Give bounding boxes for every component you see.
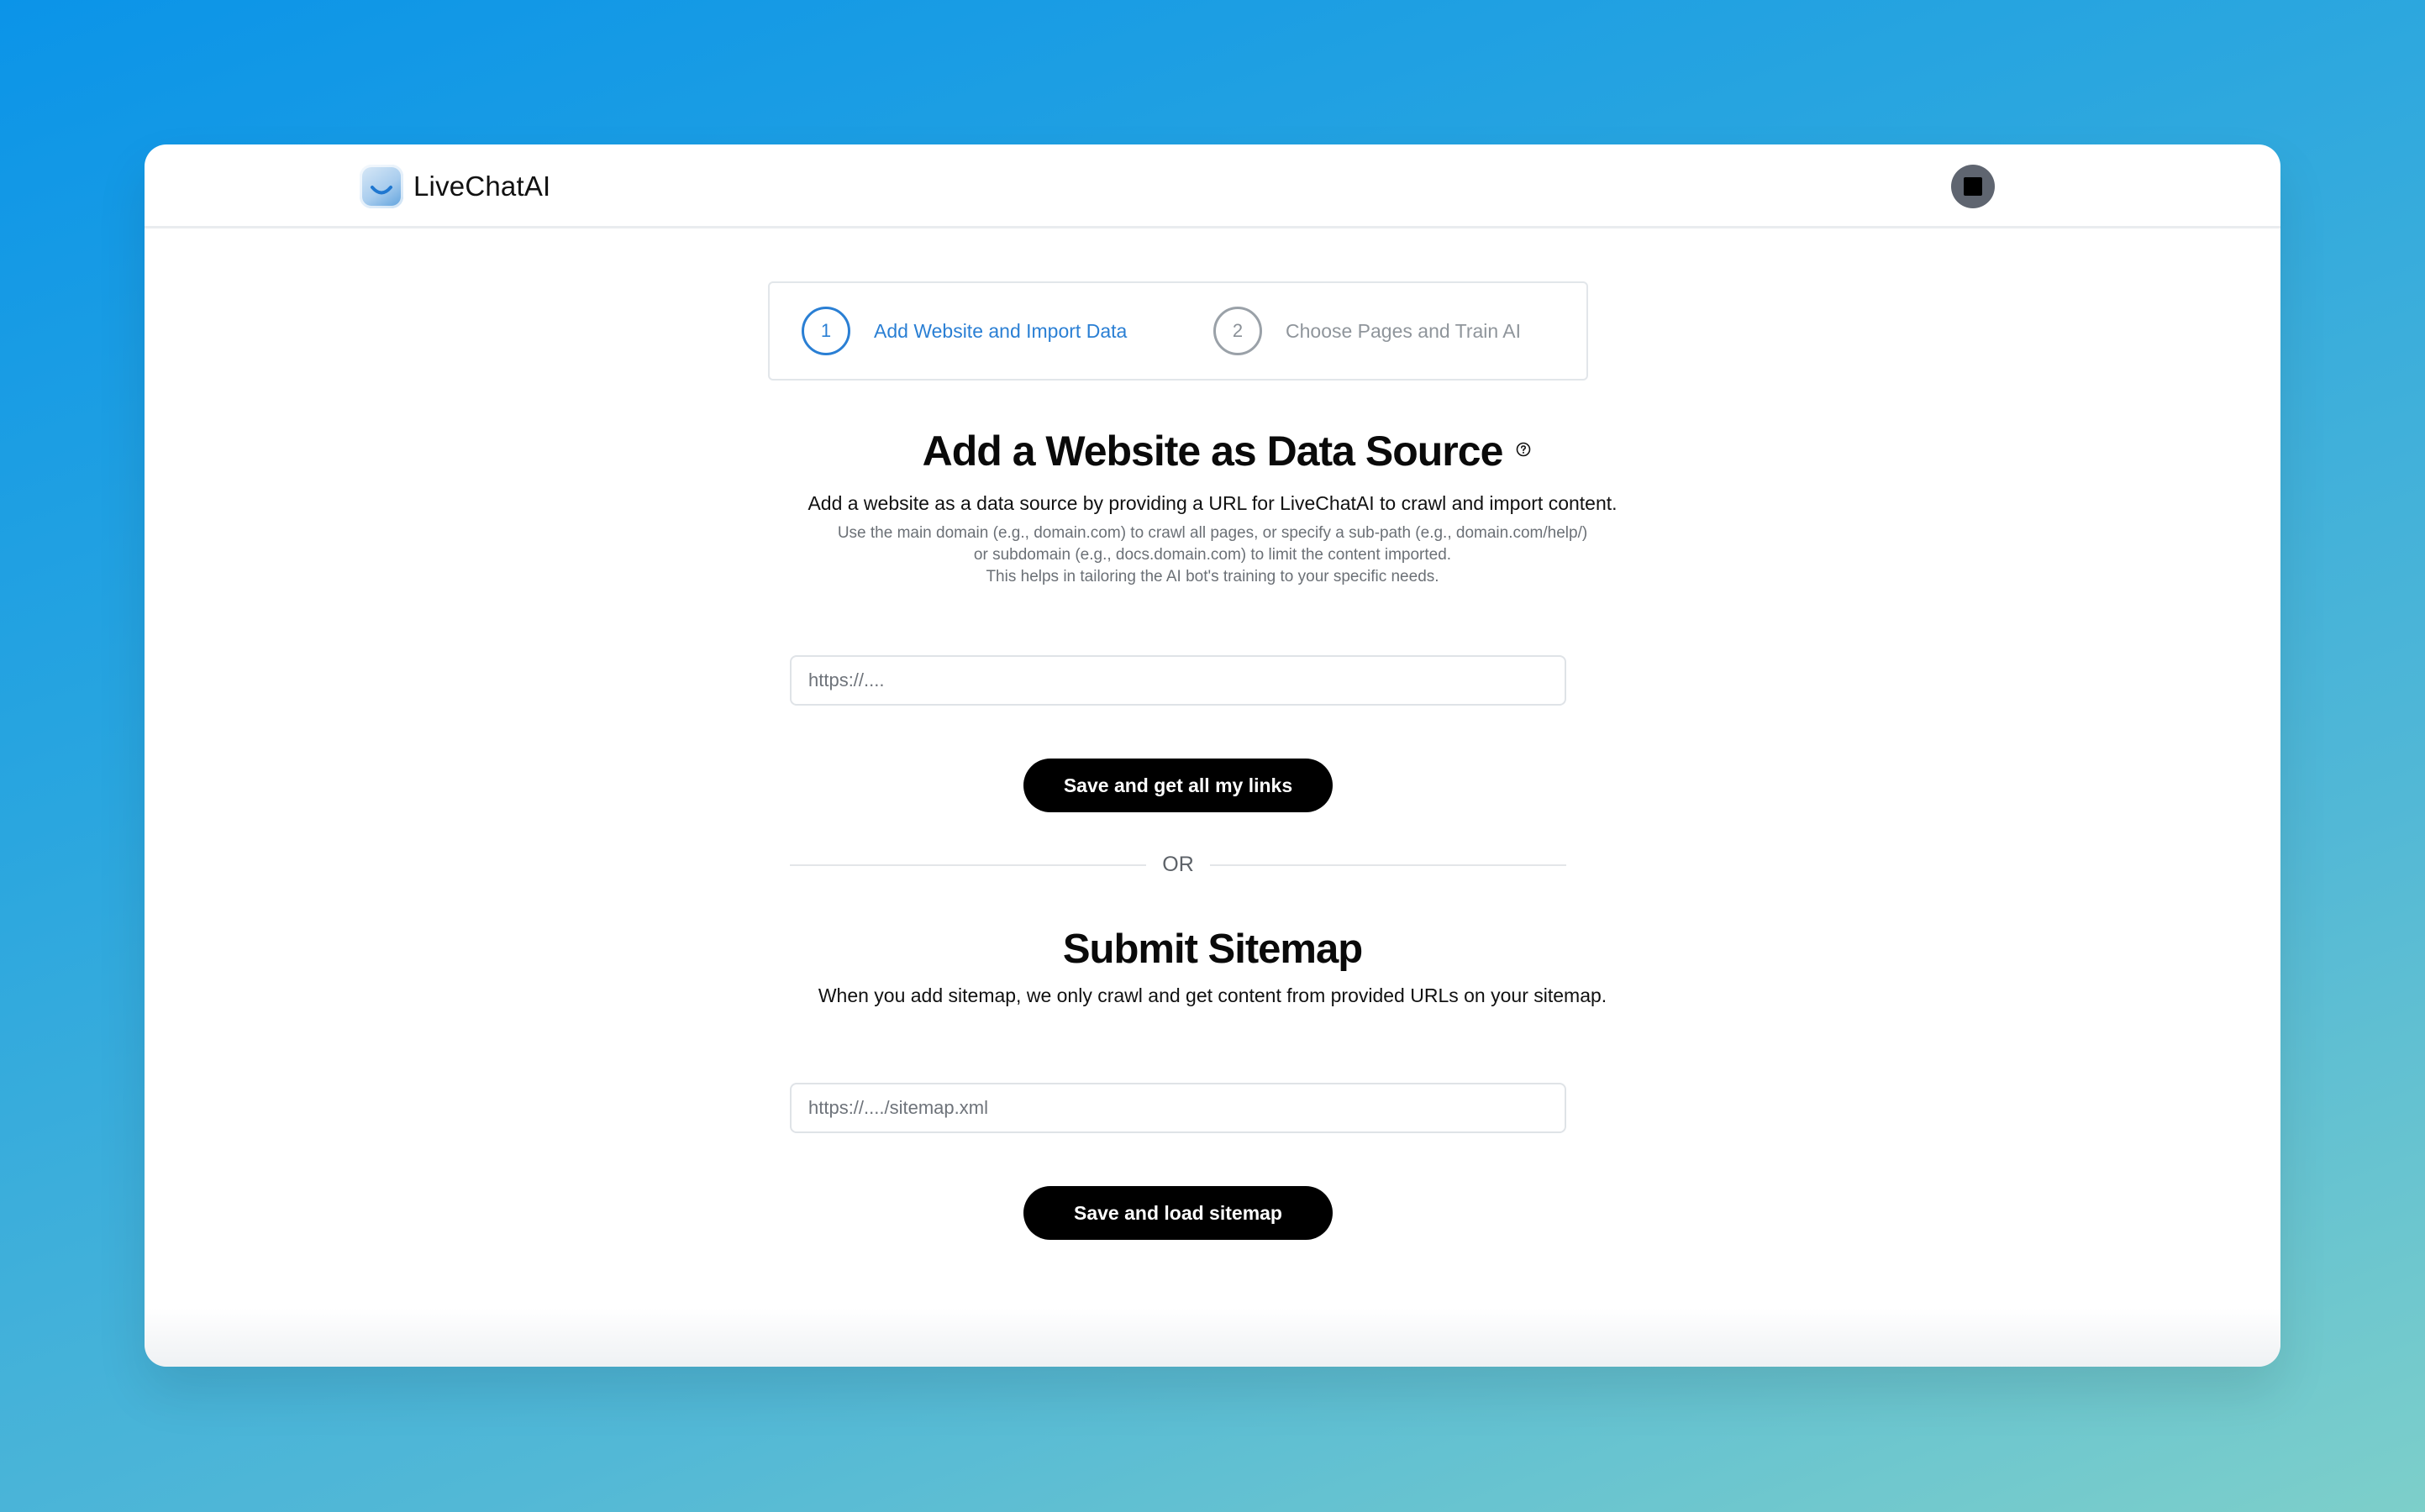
step-add-website[interactable]: 1 Add Website and Import Data — [802, 283, 1127, 379]
avatar-icon — [1964, 177, 1982, 196]
or-label: OR — [1162, 853, 1194, 876]
step-number-circle: 1 — [802, 307, 850, 355]
step-label: Add Website and Import Data — [874, 319, 1128, 342]
help-line: or subdomain (e.g., docs.domain.com) to … — [973, 546, 1452, 564]
save-get-links-button[interactable]: Save and get all my links — [1023, 759, 1333, 812]
user-avatar[interactable] — [1951, 165, 1995, 208]
website-section-title-row: Add a Website as Data Source — [145, 427, 2280, 475]
logo[interactable]: LiveChatAI — [360, 163, 550, 210]
sitemap-url-input[interactable] — [790, 1083, 1566, 1133]
website-section-title: Add a Website as Data Source — [922, 428, 1504, 475]
sitemap-section-title: Submit Sitemap — [1062, 927, 1363, 972]
website-section-lead: Add a website as a data source by provid… — [807, 492, 1618, 514]
divider-line — [790, 864, 1146, 866]
website-url-input[interactable] — [790, 655, 1566, 706]
help-line: This helps in tailoring the AI bot's tra… — [986, 568, 1439, 585]
help-line: Use the main domain (e.g., domain.com) t… — [837, 524, 1588, 542]
or-divider: OR — [790, 853, 1566, 878]
stepper: 1 Add Website and Import Data 2 Choose P… — [768, 281, 1588, 381]
sitemap-section-lead: When you add sitemap, we only crawl and … — [818, 984, 1607, 1006]
save-load-sitemap-button[interactable]: Save and load sitemap — [1023, 1186, 1333, 1240]
top-navbar: LiveChatAI — [145, 144, 2280, 228]
step-label: Choose Pages and Train AI — [1286, 319, 1522, 342]
step-choose-pages[interactable]: 2 Choose Pages and Train AI — [1213, 283, 1521, 379]
step-number-circle: 2 — [1213, 307, 1262, 355]
divider-line — [1210, 864, 1566, 866]
question-circle-icon[interactable] — [1516, 442, 1531, 457]
smile-logo-icon — [360, 165, 403, 208]
app-window: LiveChatAI 1 Add Website and Import Data… — [145, 144, 2280, 1367]
website-section-help: Use the main domain (e.g., domain.com) t… — [145, 522, 2280, 588]
logo-text: LiveChatAI — [413, 171, 551, 202]
